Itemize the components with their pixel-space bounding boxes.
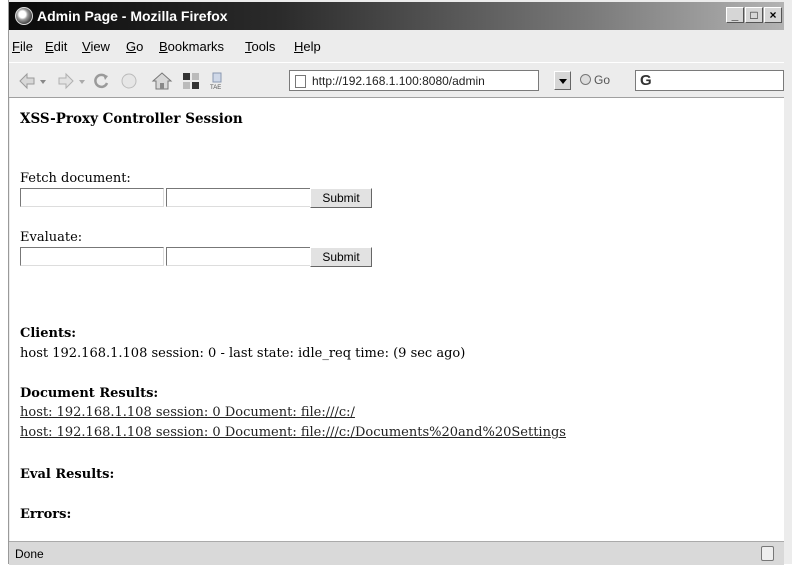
maximize-button[interactable]: □ — [745, 7, 763, 23]
document-results-heading: Document Results: — [20, 386, 159, 401]
google-search-icon: G — [640, 72, 652, 89]
screen-icon[interactable] — [181, 71, 201, 91]
title-bar: Admin Page - Mozilla Firefox _ □ × — [9, 2, 784, 30]
tab-icon[interactable]: TAE — [209, 71, 229, 91]
errors-heading: Errors: — [20, 507, 72, 522]
document-result-link[interactable]: host: 192.168.1.108 session: 0 Document:… — [20, 405, 355, 420]
security-icon — [761, 546, 774, 561]
fetch-input-1[interactable] — [20, 188, 164, 207]
url-dropdown-button[interactable] — [554, 71, 571, 90]
minimize-button[interactable]: _ — [726, 7, 744, 23]
tab-icon-label: TAE — [210, 85, 221, 91]
evaluate-input-2[interactable] — [166, 247, 311, 266]
status-text: Done — [15, 547, 44, 561]
forward-icon[interactable] — [56, 71, 76, 91]
go-label: Go — [594, 73, 611, 87]
url-text: http://192.168.1.100:8080/admin — [312, 74, 485, 88]
menu-file[interactable]: File — [12, 39, 33, 54]
evaluate-input-1[interactable] — [20, 247, 164, 266]
home-icon[interactable] — [151, 71, 173, 91]
eval-results-heading: Eval Results: — [20, 467, 115, 482]
reload-icon[interactable] — [91, 71, 111, 91]
page-icon — [295, 75, 306, 88]
go-button[interactable]: Go — [580, 73, 610, 87]
menu-bar: File Edit View Go Bookmarks Tools Help — [9, 34, 784, 58]
evaluate-label: Evaluate: — [20, 230, 83, 245]
url-bar[interactable]: http://192.168.1.100:8080/admin — [289, 70, 539, 91]
status-bar: Done — [9, 541, 784, 565]
search-box[interactable]: G — [635, 70, 784, 91]
fetch-submit-button[interactable]: Submit — [310, 188, 372, 208]
evaluate-submit-button[interactable]: Submit — [310, 247, 372, 267]
menu-tools[interactable]: Tools — [245, 39, 275, 54]
back-icon[interactable] — [17, 71, 37, 91]
menu-go[interactable]: Go — [126, 39, 143, 54]
menu-help[interactable]: Help — [294, 39, 321, 54]
fetch-label: Fetch document: — [20, 171, 131, 186]
fetch-input-2[interactable] — [166, 188, 311, 207]
forward-dropdown-icon[interactable] — [78, 71, 86, 91]
stop-icon[interactable] — [119, 71, 139, 91]
menu-view[interactable]: View — [82, 39, 110, 54]
go-icon — [580, 74, 591, 85]
page-content: XSS-Proxy Controller Session Fetch docum… — [10, 98, 784, 541]
menu-edit[interactable]: Edit — [45, 39, 67, 54]
browser-window: Admin Page - Mozilla Firefox _ □ × File … — [8, 0, 792, 565]
page-title: XSS-Proxy Controller Session — [20, 111, 243, 127]
back-dropdown-icon[interactable] — [39, 71, 47, 91]
firefox-icon — [15, 7, 33, 25]
client-entry: host 192.168.1.108 session: 0 - last sta… — [20, 346, 466, 361]
menu-bookmarks[interactable]: Bookmarks — [159, 39, 224, 54]
close-button[interactable]: × — [764, 7, 782, 23]
clients-heading: Clients: — [20, 326, 77, 341]
document-result-link[interactable]: host: 192.168.1.108 session: 0 Document:… — [20, 425, 566, 440]
window-title: Admin Page - Mozilla Firefox — [37, 8, 228, 24]
